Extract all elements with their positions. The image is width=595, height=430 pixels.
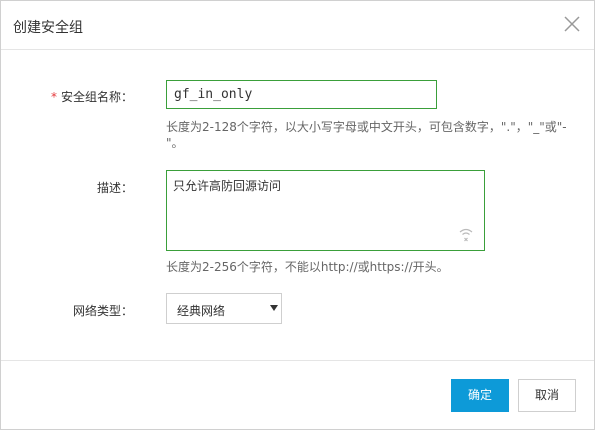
close-icon — [564, 16, 580, 32]
network-type-label: 网络类型： — [72, 304, 133, 318]
close-button[interactable] — [561, 13, 583, 35]
caret-down-icon — [270, 305, 278, 311]
name-hint-line1: 长度为2-128个字符，以大小写字母或中文开头，可包含数字，"."，"_"或"- — [166, 120, 567, 134]
cancel-button[interactable]: 取消 — [518, 379, 576, 412]
description-label: 描述： — [96, 181, 133, 195]
confirm-button[interactable]: 确定 — [451, 379, 509, 412]
wifi-off-icon — [459, 228, 473, 242]
dialog-header: 创建安全组 — [1, 1, 594, 50]
description-hint: 长度为2-256个字符，不能以http://或https://开头。 — [166, 260, 449, 274]
dialog-title: 创建安全组 — [13, 20, 83, 36]
network-type-select[interactable]: 经典网络 — [166, 293, 282, 324]
create-security-group-dialog: 创建安全组 *安全组名称： 长度为2-128个字符，以大小写字母或中文开头，可包… — [0, 0, 595, 430]
name-label-row: * 安全组名称： — [41, 88, 133, 105]
description-text: 只允许高防回源访问 — [173, 179, 282, 193]
description-textarea[interactable]: 只允许高防回源访问 — [166, 170, 485, 251]
security-group-name-input[interactable] — [166, 80, 437, 109]
network-type-value: 经典网络 — [177, 304, 226, 318]
name-label: 安全组名称： — [60, 90, 133, 104]
required-mark: * — [50, 90, 57, 104]
name-hint-line2: "。 — [166, 136, 184, 150]
